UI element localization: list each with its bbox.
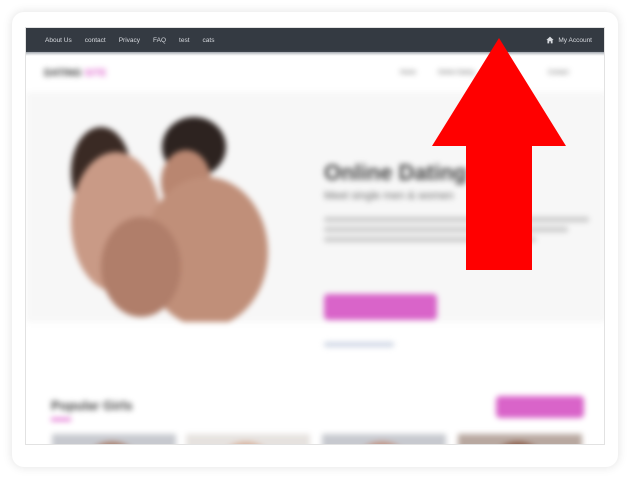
popular-title: Popular Girls [51, 398, 133, 413]
profile-thumb[interactable] [186, 434, 310, 444]
logo-main: DATING [44, 68, 82, 79]
couple-photo [71, 117, 268, 322]
site-logo[interactable]: DATING SITE [44, 68, 107, 79]
profile-thumb[interactable] [322, 434, 446, 444]
profile-thumb[interactable] [52, 434, 176, 444]
topbar-link-cats[interactable]: cats [203, 37, 215, 44]
topbar-link-privacy[interactable]: Privacy [119, 37, 140, 44]
nav-item-home[interactable]: Home [400, 70, 416, 76]
profile-thumb[interactable] [458, 434, 582, 444]
topbar-link-contact[interactable]: contact [85, 37, 106, 44]
topbar-link-test[interactable]: test [179, 37, 189, 44]
signin-link[interactable] [324, 342, 394, 347]
signup-button[interactable] [324, 294, 437, 320]
topbar-link-faq[interactable]: FAQ [153, 37, 166, 44]
logo-accent: SITE [84, 68, 107, 79]
red-arrow-annotation [432, 38, 566, 270]
view-all-button[interactable] [496, 396, 584, 418]
topbar-link-about-us[interactable]: About Us [45, 37, 72, 44]
popular-underline [51, 418, 71, 421]
popular-section: Popular Girls [26, 376, 604, 444]
